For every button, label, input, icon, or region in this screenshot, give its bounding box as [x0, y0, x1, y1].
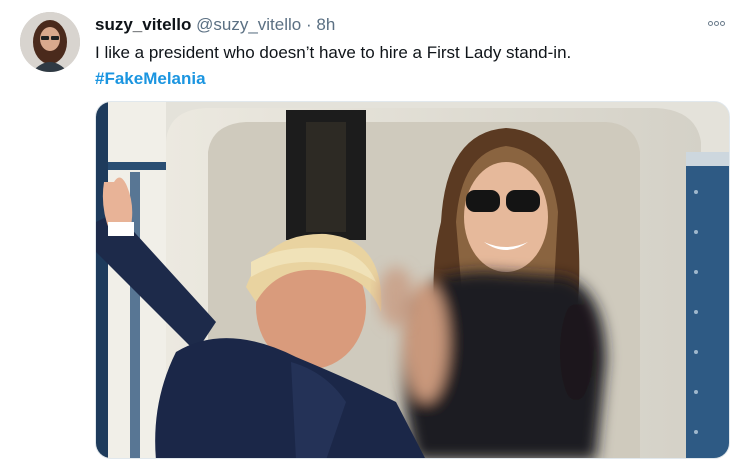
separator-dot: · [305, 15, 312, 34]
avatar[interactable] [20, 12, 80, 72]
tweet-photo[interactable] [95, 101, 730, 459]
hashtag-link[interactable]: #FakeMelania [95, 68, 206, 90]
tweet-text: I like a president who doesn’t have to h… [95, 43, 572, 62]
more-options-icon[interactable] [702, 12, 730, 34]
timestamp[interactable]: 8h [316, 15, 335, 34]
user-handle[interactable]: @suzy_vitello [196, 15, 301, 34]
tweet-header: suzy_vitello @suzy_vitello · 8h [95, 14, 335, 36]
display-name[interactable]: suzy_vitello [95, 15, 191, 34]
tweet[interactable]: suzy_vitello @suzy_vitello · 8h I like a… [0, 0, 748, 469]
avatar-photo [20, 12, 80, 72]
photo-image [96, 102, 729, 458]
